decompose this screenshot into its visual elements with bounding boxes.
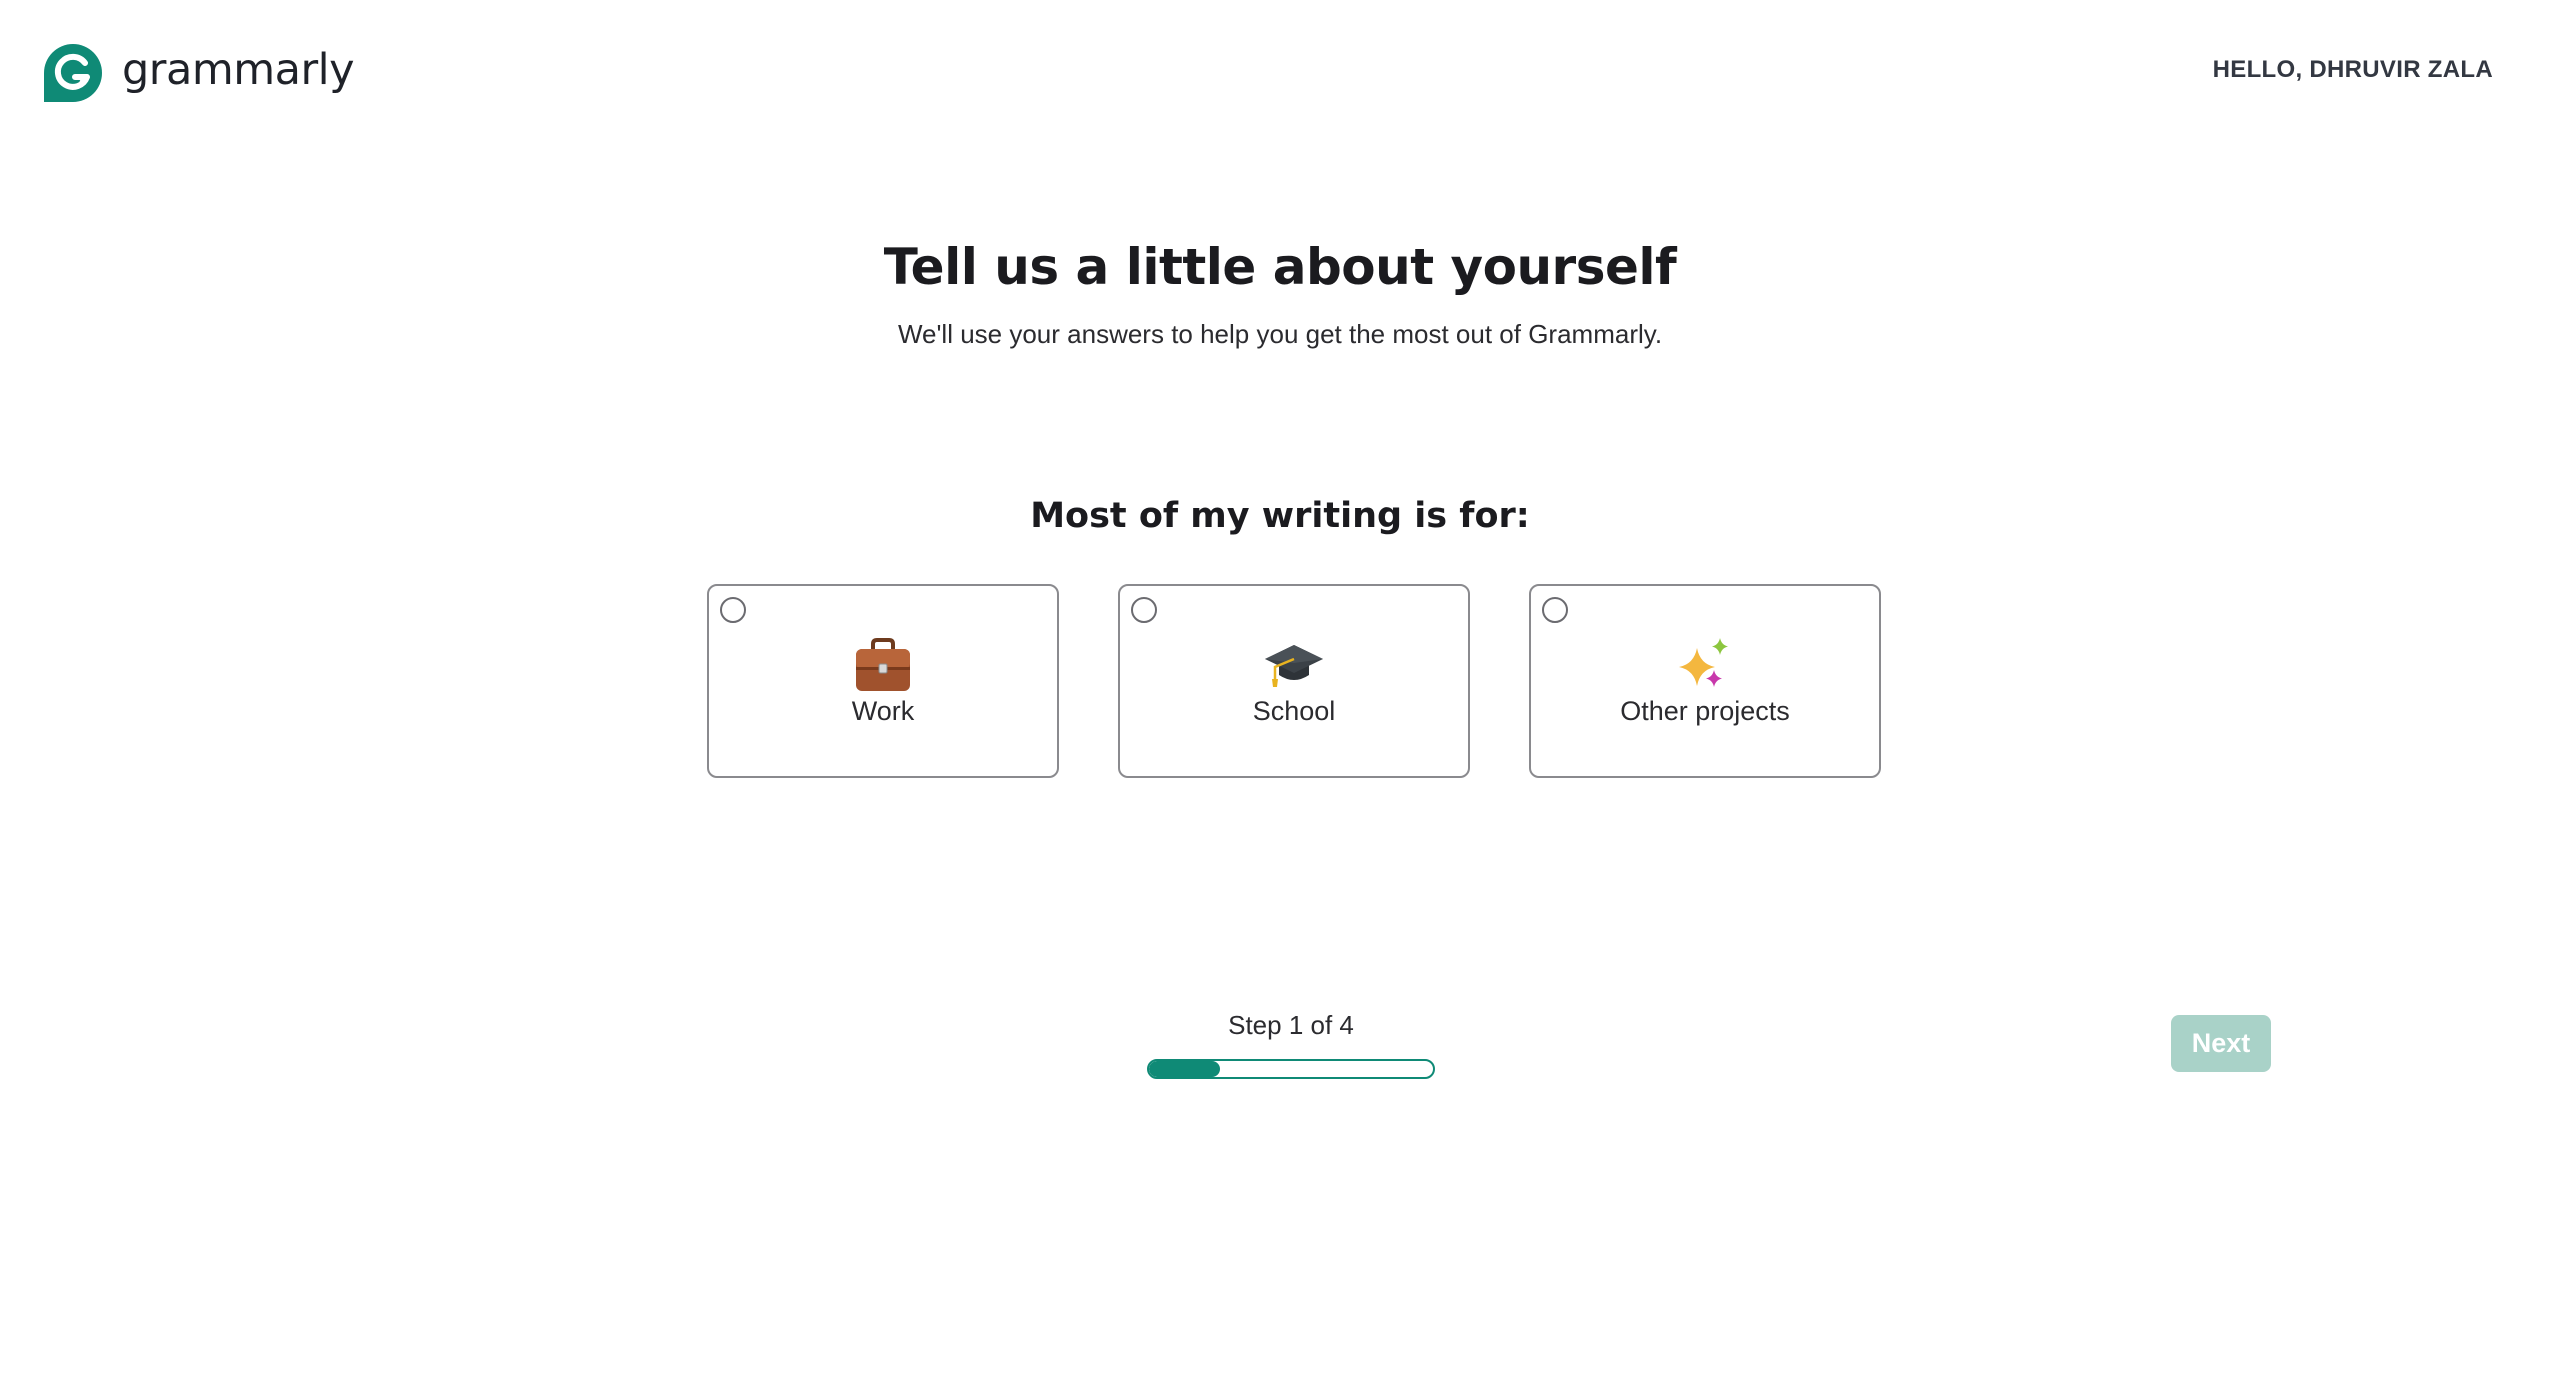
step-indicator: Step 1 of 4 [1228, 1010, 1354, 1040]
briefcase-icon [709, 636, 1057, 694]
grammarly-logo[interactable]: grammarly [42, 42, 355, 104]
onboarding-page: grammarly HELLO, DHRUVIR ZALA Tell us a … [0, 0, 2560, 1383]
option-card-work[interactable]: Work [707, 584, 1059, 778]
logo-wordmark: grammarly [122, 44, 355, 95]
page-title: Tell us a little about yourself [883, 238, 1677, 296]
sparkles-icon [1531, 636, 1879, 694]
page-subtitle: We'll use your answers to help you get t… [897, 319, 1663, 349]
option-label-work: Work [851, 696, 915, 726]
option-card-other-projects[interactable]: Other projects [1529, 584, 1881, 778]
progress-bar [1147, 1059, 1435, 1079]
question-label: Most of my writing is for: [1030, 496, 1530, 536]
radio-work[interactable] [720, 597, 746, 623]
option-label-other-projects: Other projects [1620, 696, 1790, 726]
radio-other-projects[interactable] [1542, 597, 1568, 623]
user-greeting[interactable]: HELLO, DHRUVIR ZALA [2213, 56, 2493, 84]
option-card-school[interactable]: School [1118, 584, 1470, 778]
progress-bar-fill [1149, 1061, 1220, 1077]
option-label-school: School [1252, 696, 1336, 726]
next-button[interactable]: Next [2171, 1015, 2271, 1072]
grammarly-g-icon [44, 44, 102, 102]
graduation-cap-icon [1120, 636, 1468, 694]
radio-school[interactable] [1131, 597, 1157, 623]
